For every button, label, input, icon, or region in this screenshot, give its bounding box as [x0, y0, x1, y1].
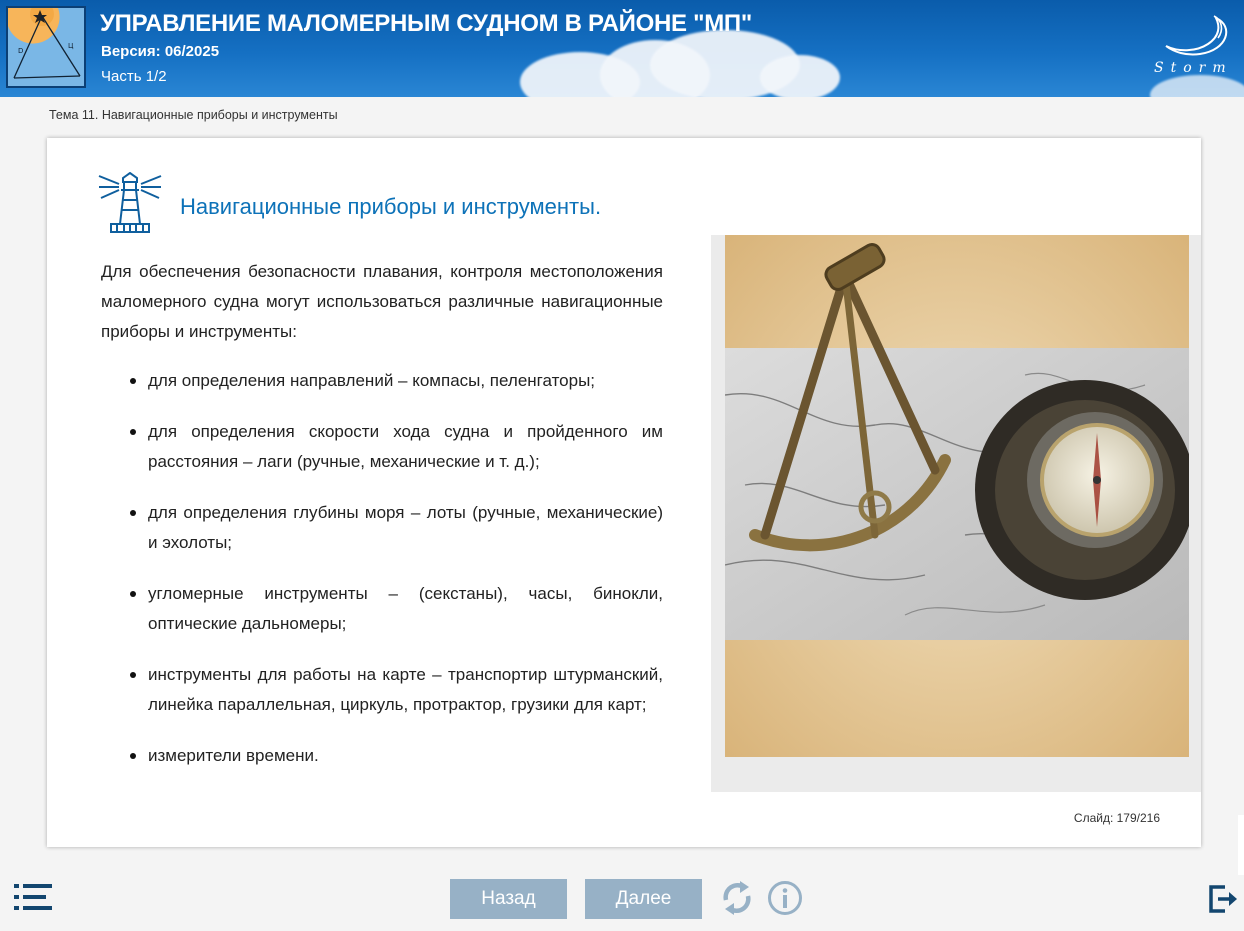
- back-button[interactable]: Назад: [450, 879, 567, 919]
- slide-card: Навигационные приборы и инструменты. Для…: [47, 138, 1201, 847]
- list-item: для определения глубины моря – лоты (руч…: [101, 498, 663, 558]
- slide-intro: Для обеспечения безопасности плавания, к…: [101, 262, 663, 341]
- info-icon[interactable]: [767, 880, 803, 916]
- slide-heading: Навигационные приборы и инструменты.: [180, 194, 602, 219]
- svg-text:D: D: [18, 47, 23, 55]
- menu-list-icon[interactable]: [14, 883, 52, 911]
- slide-counter: Слайд: 179/216: [1073, 811, 1160, 825]
- list-item: для определения скорости хода судна и пр…: [101, 417, 663, 477]
- breadcrumb: Тема 11. Навигационные приборы и инструм…: [49, 108, 338, 122]
- svg-text:Ц: Ц: [68, 42, 74, 50]
- app-header: D Ц УПРАВЛЕНИЕ МАЛОМЕРНЫМ СУДНОМ В РАЙОН…: [0, 0, 1244, 97]
- reload-icon[interactable]: [718, 878, 756, 918]
- course-logo: D Ц: [6, 6, 86, 88]
- course-part: Часть 1/2: [101, 68, 167, 85]
- list-item: угломерные инструменты – (секстаны), час…: [101, 579, 663, 639]
- sextant-compass-photo: [725, 235, 1189, 757]
- next-button[interactable]: Далее: [585, 879, 702, 919]
- lighthouse-icon: [98, 172, 162, 233]
- course-title: УПРАВЛЕНИЕ МАЛОМЕРНЫМ СУДНОМ В РАЙОНЕ "М…: [100, 10, 752, 37]
- exit-icon[interactable]: [1207, 882, 1239, 914]
- storm-brand-text: Storm: [1154, 60, 1233, 76]
- list-item: инструменты для работы на карте – трансп…: [101, 660, 663, 720]
- course-version: Версия: 06/2025: [101, 43, 220, 60]
- instrument-list: для определения направлений – компасы, п…: [101, 366, 663, 792]
- list-item: измерители времени.: [101, 741, 663, 771]
- list-item: для определения направлений – компасы, п…: [101, 366, 663, 396]
